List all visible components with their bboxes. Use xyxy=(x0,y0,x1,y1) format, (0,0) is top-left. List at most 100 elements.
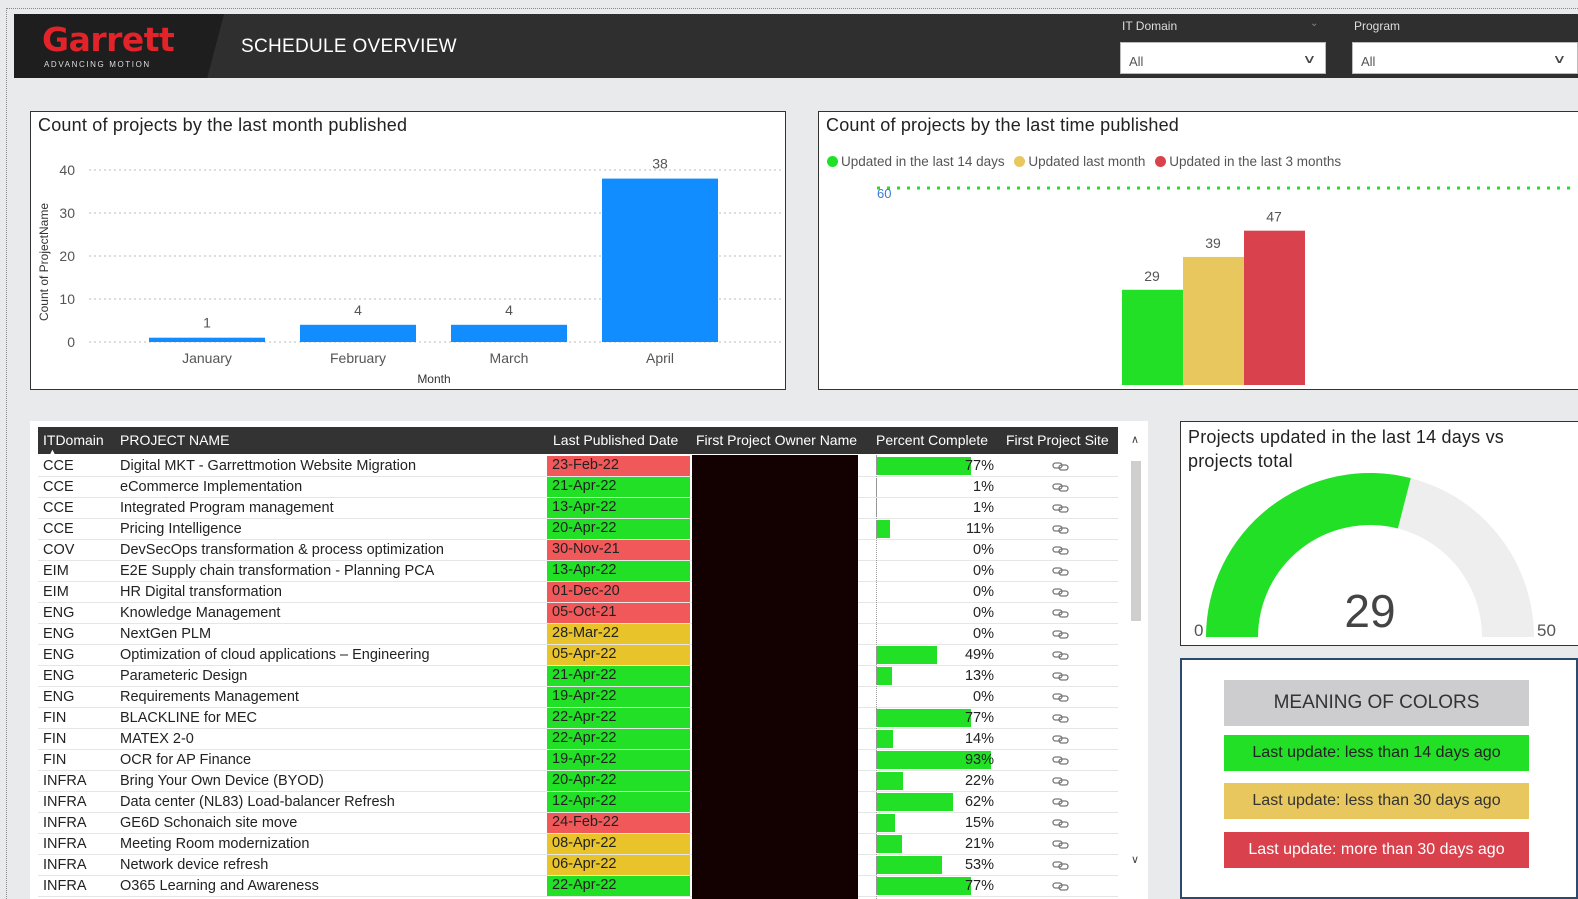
table-row[interactable]: FIN OCR for AP Finance 19-Apr-22 93% xyxy=(38,750,1118,771)
it-domain-select[interactable]: All ∨ xyxy=(1120,42,1326,74)
link-icon[interactable] xyxy=(1050,751,1072,769)
bar-series-1[interactable] xyxy=(1122,289,1183,385)
table-row[interactable]: INFRA GE6D Schonaich site move 24-Feb-22 15… xyxy=(38,813,1118,834)
col-header-project-name[interactable]: PROJECT NAME xyxy=(120,432,229,448)
bar-february[interactable] xyxy=(300,324,416,342)
table-row[interactable]: CCE Integrated Program management 13-Apr-2… xyxy=(38,498,1118,519)
col-header-site[interactable]: First Project Site xyxy=(1006,432,1109,448)
col-header-itdomain[interactable]: ITDomain xyxy=(43,432,104,448)
projects-table: ITDomain PROJECT NAME Last Published Dat… xyxy=(30,421,1148,899)
filter-label: Program xyxy=(1354,19,1401,33)
table-row[interactable]: INFRA Meeting Room modernization 08-Apr-22… xyxy=(38,834,1118,855)
link-icon[interactable] xyxy=(1050,688,1072,706)
bar-series-3[interactable] xyxy=(1244,230,1305,385)
cell-percent-complete: 1% xyxy=(973,500,994,516)
cell-percent-complete: 77% xyxy=(964,710,994,726)
cell-percent-complete: 0% xyxy=(973,584,994,600)
link-icon[interactable] xyxy=(1050,562,1072,580)
table-row[interactable]: EIM HR Digital transformation 01-Dec-20 0% xyxy=(38,582,1118,603)
cell-last-published-date: 22-Apr-22 xyxy=(547,708,690,728)
table-row[interactable]: ENG Knowledge Management 05-Oct-21 0% xyxy=(38,603,1118,624)
link-icon[interactable] xyxy=(1050,730,1072,748)
cell-project-name: E2E Supply chain transformation - Planni… xyxy=(120,563,435,579)
cell-last-published-date: 21-Apr-22 xyxy=(547,477,690,497)
cell-itdomain: INFRA xyxy=(43,815,87,831)
monthly-bar-chart: 0 10 20 30 40 Count of ProjectName Month 1 Janua… xyxy=(37,156,781,386)
cell-last-published-date: 30-Nov-21 xyxy=(547,540,690,560)
bar-march[interactable] xyxy=(451,324,567,342)
cell-last-published-date: 12-Apr-22 xyxy=(547,792,690,812)
link-icon[interactable] xyxy=(1050,772,1072,790)
table-row[interactable]: ENG Requirements Management 19-Apr-22 0% xyxy=(38,687,1118,708)
link-icon[interactable] xyxy=(1050,457,1072,475)
table-row[interactable]: FIN MATEX 2-0 22-Apr-22 14% xyxy=(38,729,1118,750)
bar-series-2[interactable] xyxy=(1183,256,1244,385)
link-icon[interactable] xyxy=(1050,814,1072,832)
col-header-owner[interactable]: First Project Owner Name xyxy=(696,432,857,448)
link-icon[interactable] xyxy=(1050,646,1072,664)
link-icon[interactable] xyxy=(1050,856,1072,874)
cell-last-published-date: 01-Dec-20 xyxy=(547,582,690,602)
table-scrollbar[interactable]: ∧ ∨ xyxy=(1126,429,1146,869)
table-row[interactable]: CCE eCommerce Implementation 21-Apr-22 1% xyxy=(38,477,1118,498)
scroll-thumb[interactable] xyxy=(1131,461,1141,621)
bar-april[interactable] xyxy=(602,178,718,342)
link-icon[interactable] xyxy=(1050,583,1072,601)
chevron-down-icon[interactable]: ∨ xyxy=(1552,52,1566,66)
table-row[interactable]: FIN BLACKLINE for MEC 22-Apr-22 77% xyxy=(38,708,1118,729)
link-icon[interactable] xyxy=(1050,793,1072,811)
cell-last-published-date: 24-Feb-22 xyxy=(547,813,690,833)
table-row[interactable]: ENG Parameteric Design 21-Apr-22 13% xyxy=(38,666,1118,687)
page-title: SCHEDULE OVERVIEW xyxy=(241,36,457,57)
cell-itdomain: INFRA xyxy=(43,773,87,789)
table-row[interactable]: INFRA Data center (NL83) Load-balancer Re… xyxy=(38,792,1118,813)
link-icon[interactable] xyxy=(1050,877,1072,895)
table-row[interactable]: INFRA O365 Learning and Awareness 22-Apr-2… xyxy=(38,876,1118,897)
cell-itdomain: CCE xyxy=(43,458,74,474)
cell-project-name: GE6D Schonaich site move xyxy=(120,815,298,831)
cell-project-name: Bring Your Own Device (BYOD) xyxy=(120,773,324,789)
scroll-down-icon[interactable]: ∨ xyxy=(1131,853,1139,866)
x-axis-label: Month xyxy=(417,372,450,386)
col-header-last-published[interactable]: Last Published Date xyxy=(553,432,678,448)
cell-percent-complete: 1% xyxy=(973,479,994,495)
link-icon[interactable] xyxy=(1050,835,1072,853)
chevron-down-icon[interactable]: ∨ xyxy=(1302,52,1316,66)
chevron-down-icon[interactable]: ⌄ xyxy=(1310,18,1318,29)
link-icon[interactable] xyxy=(1050,604,1072,622)
cell-last-published-date: 08-Apr-22 xyxy=(547,834,690,854)
table-row[interactable]: COV DevSecOps transformation & process op… xyxy=(38,540,1118,561)
last-time-bar-chart: 60 29 39 47 xyxy=(877,186,1577,385)
link-icon[interactable] xyxy=(1050,709,1072,727)
cell-project-name: BLACKLINE for MEC xyxy=(120,710,257,726)
table-row[interactable]: CCE Digital MKT - Garrettmotion Website M… xyxy=(38,456,1118,477)
table-row[interactable]: CCE Pricing Intelligence 20-Apr-22 11% xyxy=(38,519,1118,540)
cell-percent-complete: 0% xyxy=(973,605,994,621)
scroll-up-icon[interactable]: ∧ xyxy=(1131,433,1139,446)
col-header-percent[interactable]: Percent Complete xyxy=(876,432,988,448)
bar-january[interactable] xyxy=(149,337,265,342)
y-tick-label: 0 xyxy=(67,334,75,350)
data-label: 4 xyxy=(354,302,362,318)
link-icon[interactable] xyxy=(1050,499,1072,517)
cell-itdomain: FIN xyxy=(43,731,67,747)
monthly-bar-chart-card: Count of projects by the last month publ… xyxy=(30,111,786,390)
link-icon[interactable] xyxy=(1050,667,1072,685)
link-icon[interactable] xyxy=(1050,625,1072,643)
table-row[interactable]: EIM E2E Supply chain transformation - Pla… xyxy=(38,561,1118,582)
cell-itdomain: INFRA xyxy=(43,794,87,810)
y-tick-label: 10 xyxy=(59,291,75,307)
table-row[interactable]: INFRA Network device refresh 06-Apr-22 53% xyxy=(38,855,1118,876)
cell-itdomain: EIM xyxy=(43,563,69,579)
link-icon[interactable] xyxy=(1050,520,1072,538)
color-legend-card: MEANING OF COLORS Last update: less than… xyxy=(1180,658,1578,899)
link-icon[interactable] xyxy=(1050,478,1072,496)
cell-percent-complete: 0% xyxy=(973,689,994,705)
table-row[interactable]: ENG NextGen PLM 28-Mar-22 0% xyxy=(38,624,1118,645)
table-row[interactable]: ENG Optimization of cloud applications – … xyxy=(38,645,1118,666)
cell-last-published-date: 22-Apr-22 xyxy=(547,876,690,896)
table-row[interactable]: INFRA Bring Your Own Device (BYOD) 20-Apr-… xyxy=(38,771,1118,792)
link-icon[interactable] xyxy=(1050,541,1072,559)
cell-percent-complete: 13% xyxy=(964,668,994,684)
program-select[interactable]: All ∨ xyxy=(1352,42,1578,74)
